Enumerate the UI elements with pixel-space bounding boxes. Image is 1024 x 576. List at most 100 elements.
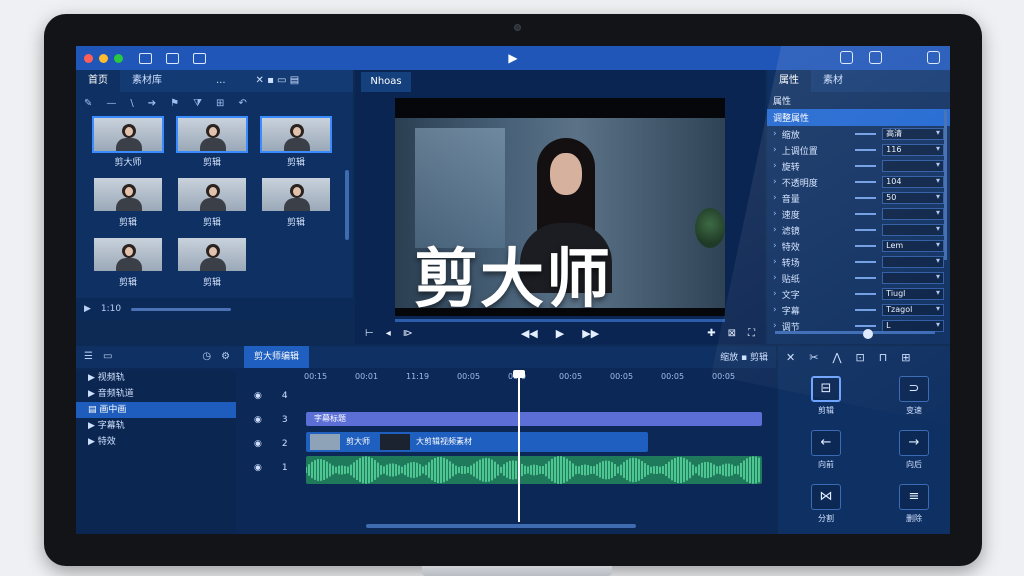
window-icon[interactable] xyxy=(927,51,940,64)
tab-home[interactable]: 首页 xyxy=(76,70,120,92)
tool-icon[interactable]: ≡ xyxy=(899,484,929,510)
viewer-tab[interactable]: Nhoas xyxy=(361,72,411,92)
media-thumbnail[interactable]: 剪辑 xyxy=(258,116,334,168)
inspector-row-value[interactable]: 104 xyxy=(882,176,944,188)
in-point-icon[interactable]: ⊢ xyxy=(365,328,374,339)
inspector-row-slider[interactable] xyxy=(855,197,877,199)
inspector-row-value[interactable]: 50 xyxy=(882,192,944,204)
list-icon[interactable]: ☰ xyxy=(84,351,93,362)
inspector-row-value[interactable]: Tzagol xyxy=(882,304,944,316)
tab-timeline[interactable]: 剪大师编辑 xyxy=(244,346,310,368)
inspector-row-slider[interactable] xyxy=(855,277,877,279)
chevron-right-icon[interactable]: › xyxy=(773,177,782,187)
media-more-button[interactable]: ... xyxy=(204,70,238,92)
media-thumbnail[interactable]: 剪辑 xyxy=(174,116,250,168)
chevron-right-icon[interactable]: › xyxy=(773,273,782,283)
inspector-row[interactable]: › 文字 Tiugl xyxy=(767,286,950,302)
chevron-right-icon[interactable]: › xyxy=(773,257,782,267)
preview-video[interactable] xyxy=(395,98,725,316)
inspector-row[interactable]: › 音量 50 xyxy=(767,190,950,206)
pen-icon[interactable]: ✎ xyxy=(84,98,92,109)
inspector-row[interactable]: › 字幕 Tzagol xyxy=(767,302,950,318)
track-header[interactable]: ◉ 1 xyxy=(244,456,304,480)
tool-item[interactable]: → 向后 xyxy=(884,430,944,470)
settings-icon[interactable] xyxy=(869,51,882,64)
media-view-toggle[interactable]: ✕ ▪ ▭ ▤ xyxy=(244,70,312,92)
save-icon[interactable] xyxy=(139,52,152,64)
snap-icon[interactable]: ⊓ xyxy=(879,351,888,364)
chevron-right-icon[interactable]: › xyxy=(773,209,782,219)
inspector-row-slider[interactable] xyxy=(855,309,877,311)
media-thumbnail[interactable]: 剪辑 xyxy=(174,236,250,288)
inspector-row-value[interactable] xyxy=(882,224,944,236)
export-icon[interactable] xyxy=(840,51,853,64)
grid-icon[interactable]: ⊞ xyxy=(901,351,910,364)
split-icon[interactable]: ✂ xyxy=(809,351,818,364)
tool-icon[interactable]: ⋈ xyxy=(811,484,841,510)
track-visibility-icon[interactable]: ◉ xyxy=(254,408,262,432)
inspector-scrollbar[interactable] xyxy=(944,110,947,260)
inspector-row-value[interactable] xyxy=(882,160,944,172)
track-tree-item[interactable]: ▶ 视频轨 xyxy=(76,370,236,386)
inspector-row-value[interactable]: 116 xyxy=(882,144,944,156)
tool-icon[interactable]: ⊟ xyxy=(811,376,841,402)
inspector-row[interactable]: › 贴纸 xyxy=(767,270,950,286)
maximize-button[interactable] xyxy=(114,53,123,63)
folder-icon[interactable] xyxy=(193,52,206,64)
mark-icon[interactable]: ⧐ xyxy=(403,328,413,339)
media-thumbnail[interactable]: 剪辑 xyxy=(90,236,166,288)
magnet-icon[interactable]: ⋀ xyxy=(832,351,841,364)
chevron-right-icon[interactable]: › xyxy=(773,225,782,235)
track-tree-item[interactable]: ▶ 字幕轨 xyxy=(76,418,236,434)
minimize-button[interactable] xyxy=(99,53,108,63)
undo-icon[interactable]: ↶ xyxy=(238,98,246,109)
timeline-ruler[interactable]: 00:1500:0111:1900:0500:000:0500:0500:050… xyxy=(304,370,764,384)
chevron-right-icon[interactable]: › xyxy=(773,129,782,139)
media-thumbnail[interactable]: 剪辑 xyxy=(90,176,166,228)
chevron-right-icon[interactable]: › xyxy=(773,321,782,331)
track-visibility-icon[interactable]: ◉ xyxy=(254,384,262,408)
filter-icon[interactable]: ⧩ xyxy=(193,98,202,109)
audio-clip[interactable] xyxy=(306,456,762,484)
inspector-row-slider[interactable] xyxy=(855,229,877,231)
folder-icon[interactable]: ▭ xyxy=(103,351,112,362)
tool-item[interactable]: ⊃ 变速 xyxy=(884,376,944,416)
tab-properties[interactable]: 属性 xyxy=(767,70,811,92)
track-visibility-icon[interactable]: ◉ xyxy=(254,432,262,456)
fullscreen-icon[interactable]: ⛶ xyxy=(748,328,755,339)
media-scrollbar[interactable] xyxy=(345,170,349,240)
tool-icon[interactable]: ⊃ xyxy=(899,376,929,402)
video-clip[interactable]: 剪大师 大剪辑视频素材 xyxy=(306,432,648,452)
tool-icon[interactable]: ← xyxy=(811,430,841,456)
title-clip[interactable]: 字幕标题 xyxy=(306,412,762,426)
track-tree-item[interactable]: ▤ 画中画 xyxy=(76,402,236,418)
track-tree-item[interactable]: ▶ 音频轨道 xyxy=(76,386,236,402)
tool-item[interactable]: ← 向前 xyxy=(796,430,856,470)
track-header[interactable]: ◉ 4 xyxy=(244,384,304,408)
inspector-row[interactable]: › 转场 xyxy=(767,254,950,270)
track-tree-item[interactable]: ▶ 特效 xyxy=(76,434,236,450)
inspector-row[interactable]: › 缩放 高清 xyxy=(767,126,950,142)
inspector-row-value[interactable]: Lem xyxy=(882,240,944,252)
inspector-selected-group[interactable]: 调整属性 xyxy=(767,109,950,126)
chevron-right-icon[interactable]: › xyxy=(773,241,782,251)
line-icon[interactable]: — xyxy=(106,98,116,109)
inspector-row-slider[interactable] xyxy=(855,149,877,151)
tab-library[interactable]: 素材库 xyxy=(120,70,174,92)
close-icon[interactable]: ✕ xyxy=(786,351,795,364)
inspector-row-slider[interactable] xyxy=(855,325,877,327)
inspector-row[interactable]: › 滤镜 xyxy=(767,222,950,238)
track-header[interactable]: ◉ 2 xyxy=(244,432,304,456)
clock-icon[interactable]: ◷ xyxy=(202,351,211,362)
inspector-row-value[interactable] xyxy=(882,256,944,268)
inspector-row-value[interactable] xyxy=(882,272,944,284)
tool-item[interactable]: ≡ 删除 xyxy=(884,484,944,524)
chevron-right-icon[interactable]: › xyxy=(773,193,782,203)
inspector-row-value[interactable] xyxy=(882,208,944,220)
slash-icon[interactable]: \ xyxy=(130,98,133,109)
play-button[interactable]: ▶ xyxy=(556,327,564,340)
tab-material[interactable]: 素材 xyxy=(811,70,855,92)
media-thumbnail[interactable]: 剪辑 xyxy=(258,176,334,228)
gear-icon[interactable]: ⚙ xyxy=(221,351,230,362)
fast-forward-button[interactable]: ▶▶ xyxy=(582,327,599,340)
